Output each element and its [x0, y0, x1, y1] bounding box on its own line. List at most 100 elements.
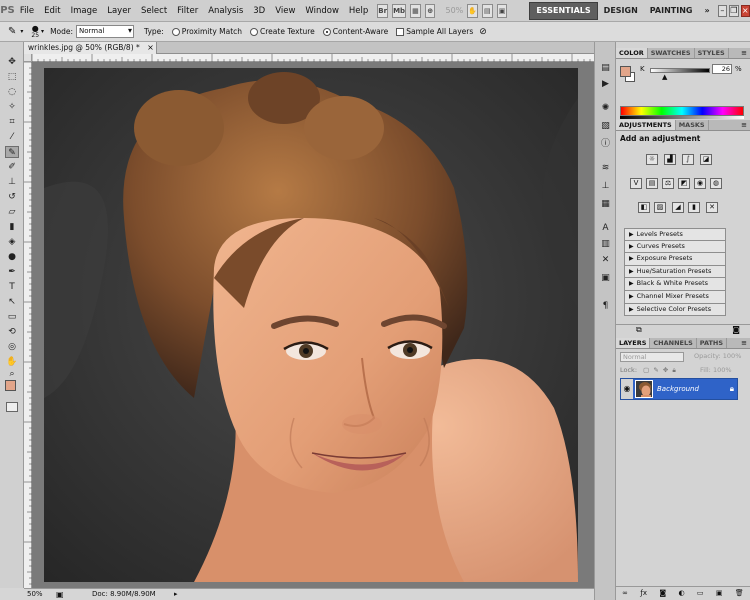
layer-visibility-eye-icon[interactable]: ◉: [621, 379, 633, 399]
shape-tool-icon[interactable]: ▭: [5, 311, 19, 323]
tab-styles[interactable]: STYLES: [695, 48, 729, 58]
close-window-button[interactable]: ×: [740, 4, 750, 17]
preset-curves[interactable]: ▶ Curves Presets: [624, 240, 726, 254]
paragraph-panel-icon[interactable]: ¶: [599, 300, 612, 312]
zoom-level-display[interactable]: 50%: [445, 6, 463, 15]
threshold-icon[interactable]: ◢: [672, 202, 684, 213]
tab-adjustments[interactable]: ADJUSTMENTS: [616, 120, 676, 130]
pen-tool-icon[interactable]: ✒: [5, 266, 19, 278]
quick-mask-icon[interactable]: [6, 402, 18, 412]
preset-selective-color[interactable]: ▶ Selective Color Presets: [624, 303, 726, 317]
brush-picker[interactable]: ● 25: [31, 24, 39, 39]
3d-rotate-tool-icon[interactable]: ⟲: [5, 326, 19, 338]
preset-levels[interactable]: ▶ Levels Presets: [624, 228, 726, 241]
menu-edit[interactable]: Edit: [39, 0, 65, 22]
menu-window[interactable]: Window: [300, 0, 344, 22]
color-panel-foreground-swatch[interactable]: [620, 66, 631, 77]
hand-tool-icon[interactable]: ✋: [5, 356, 19, 368]
eyedropper-tool-icon[interactable]: ⁄: [5, 131, 19, 143]
gradient-tool-icon[interactable]: ▮: [5, 221, 19, 233]
type-option-texture[interactable]: Create Texture: [242, 27, 315, 36]
curves-icon[interactable]: ∫: [682, 154, 694, 165]
tab-channels[interactable]: CHANNELS: [650, 338, 697, 348]
type-tool-icon[interactable]: T: [5, 281, 19, 293]
character-panel-icon[interactable]: A: [599, 222, 612, 234]
opacity-field[interactable]: Opacity: 100%: [694, 352, 741, 360]
histogram-panel-icon[interactable]: ▧: [599, 120, 612, 132]
sample-all-layers-checkbox[interactable]: [396, 27, 405, 36]
menu-filter[interactable]: Filter: [172, 0, 203, 22]
spot-healing-tool-icon[interactable]: ✎: [5, 146, 19, 158]
texture-radio[interactable]: [250, 27, 259, 36]
link-layers-icon[interactable]: ∞: [622, 587, 628, 600]
invert-icon[interactable]: ◧: [638, 202, 650, 213]
preset-channel-mixer[interactable]: ▶ Channel Mixer Presets: [624, 290, 726, 304]
tab-layers[interactable]: LAYERS: [616, 338, 651, 348]
levels-icon[interactable]: ▟: [664, 154, 676, 165]
photo-filter-icon[interactable]: ◉: [694, 178, 706, 189]
brightness-contrast-icon[interactable]: ☼: [646, 154, 658, 165]
menu-help[interactable]: Help: [344, 0, 373, 22]
restore-button[interactable]: ❐: [729, 4, 739, 17]
exposure-icon[interactable]: ◪: [700, 154, 712, 165]
history-brush-tool-icon[interactable]: ↺: [5, 191, 19, 203]
ruler-origin[interactable]: [24, 54, 32, 62]
lock-all-icon[interactable]: 🔒︎: [672, 366, 675, 374]
dodge-tool-icon[interactable]: ●: [5, 251, 19, 263]
clone-stamp-tool-icon[interactable]: ⊥: [5, 176, 19, 188]
tool-presets-panel-icon[interactable]: ▦: [599, 198, 612, 210]
new-adjustment-layer-icon[interactable]: ◐: [678, 587, 684, 600]
hue-saturation-icon[interactable]: ▤: [646, 178, 658, 189]
actions-panel-icon[interactable]: ▶: [599, 78, 612, 90]
layer-style-icon[interactable]: ƒx: [640, 587, 647, 600]
workspace-design[interactable]: DESIGN: [598, 0, 644, 22]
new-layer-icon[interactable]: ▣: [716, 587, 723, 600]
lock-position-icon[interactable]: ✥: [663, 366, 668, 374]
lock-transparent-icon[interactable]: ▢: [643, 366, 649, 374]
quick-selection-tool-icon[interactable]: ✧: [5, 101, 19, 113]
brush-dropdown-icon[interactable]: ▾: [41, 28, 44, 35]
mini-bridge-button[interactable]: Mb: [392, 3, 407, 18]
lasso-tool-icon[interactable]: ◌: [5, 86, 19, 98]
3d-orbit-tool-icon[interactable]: ◎: [5, 341, 19, 353]
foreground-color-swatch[interactable]: [5, 380, 16, 391]
marquee-tool-icon[interactable]: ⬚: [5, 71, 19, 83]
minimize-button[interactable]: –: [717, 4, 728, 17]
screen-mode-icon[interactable]: ▣: [496, 3, 508, 18]
mode-select[interactable]: Normal: [76, 25, 135, 38]
preset-exposure[interactable]: ▶ Exposure Presets: [624, 253, 726, 266]
color-balance-icon[interactable]: ⚖: [662, 178, 674, 189]
paragraph-align-panel-icon[interactable]: ▥: [599, 238, 612, 250]
menu-analysis[interactable]: Analysis: [203, 0, 248, 22]
brush-tool-icon[interactable]: ✐: [5, 161, 19, 173]
tool-preset-dropdown-icon[interactable]: ▾: [20, 28, 23, 35]
close-document-icon[interactable]: ×: [147, 42, 154, 54]
type-option-proximity[interactable]: Proximity Match: [164, 27, 242, 36]
black-white-icon[interactable]: ◩: [678, 178, 690, 189]
preset-black-white[interactable]: ▶ Black & White Presets: [624, 278, 726, 291]
tab-masks[interactable]: MASKS: [676, 120, 709, 130]
channel-mixer-icon[interactable]: ◍: [710, 178, 722, 189]
k-channel-slider[interactable]: [650, 68, 710, 73]
menu-3d[interactable]: 3D: [248, 0, 270, 22]
arrange-documents-icon[interactable]: ▤: [481, 3, 493, 18]
clip-to-layer-icon[interactable]: ⧉: [636, 325, 642, 335]
adjustments-panel-menu-icon[interactable]: ≡: [741, 120, 750, 130]
layer-row-background[interactable]: ◉ Background 🔒︎: [620, 378, 738, 400]
layers-panel-menu-icon[interactable]: ≡: [741, 338, 750, 348]
workspace-essentials[interactable]: ESSENTIALS: [529, 1, 598, 20]
crop-tool-icon[interactable]: ⌗: [5, 116, 19, 128]
proximity-radio[interactable]: [171, 27, 180, 36]
delete-layer-icon[interactable]: 🗑︎: [735, 587, 744, 600]
posterize-icon[interactable]: ▨: [654, 202, 666, 213]
menu-view[interactable]: View: [270, 0, 300, 22]
new-group-icon[interactable]: ▭: [697, 587, 704, 600]
move-tool-icon[interactable]: ✥: [5, 56, 19, 68]
blend-mode-select[interactable]: Normal: [620, 352, 684, 362]
spot-healing-brush-icon[interactable]: ✎: [8, 26, 16, 37]
grayscale-ramp[interactable]: [620, 116, 744, 119]
color-panel-menu-icon[interactable]: ≡: [741, 48, 750, 58]
vertical-ruler[interactable]: [24, 61, 32, 588]
k-channel-value[interactable]: 26: [712, 64, 732, 74]
content-aware-radio[interactable]: [322, 27, 331, 36]
